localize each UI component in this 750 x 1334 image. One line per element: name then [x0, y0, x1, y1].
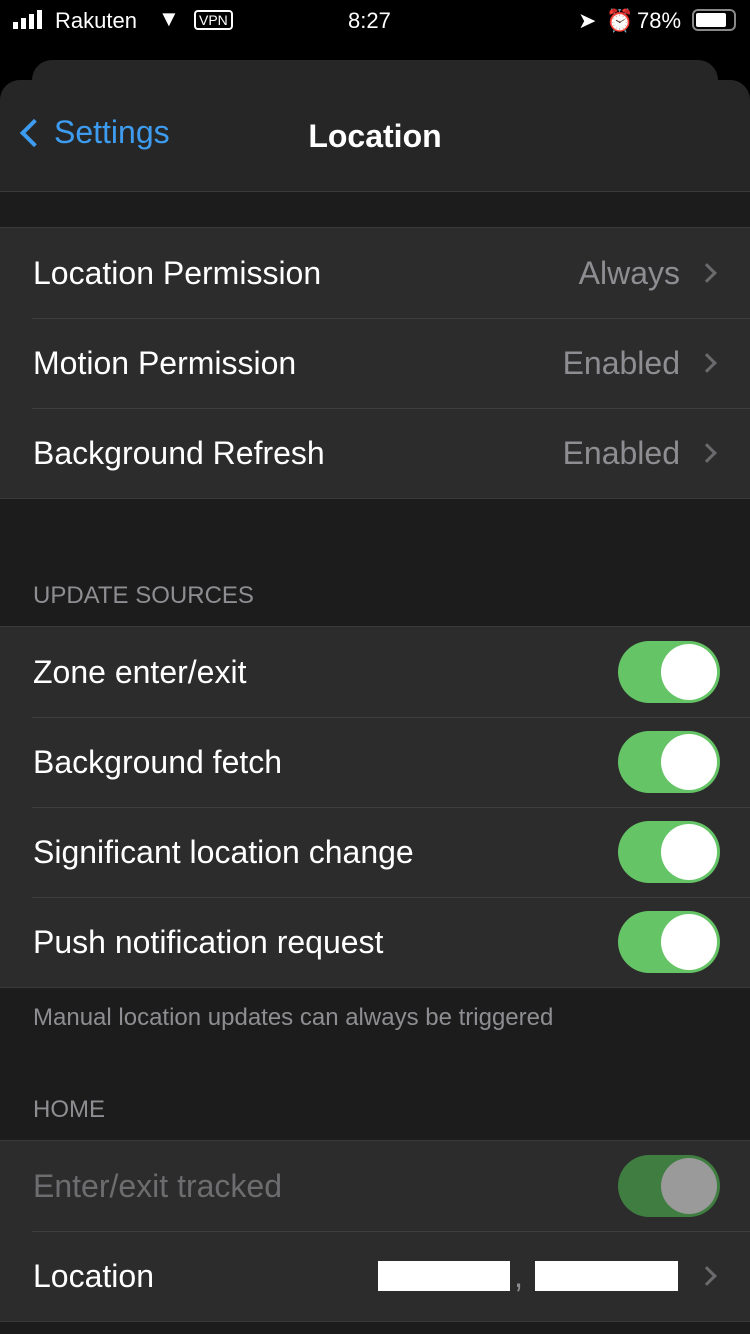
battery-percent: 78%	[637, 8, 682, 33]
row-label: Enter/exit tracked	[33, 1167, 282, 1204]
section-footer: Manual location updates can always be tr…	[33, 1004, 554, 1031]
row-label: Significant location change	[33, 833, 414, 870]
redacted-latitude	[378, 1261, 511, 1291]
page-title: Location	[308, 118, 442, 154]
settings-sheet: Settings Location Location Permission Alw…	[0, 80, 750, 1334]
enter-exit-tracked-row: Enter/exit tracked	[0, 1141, 750, 1231]
clock: 8:27	[348, 8, 391, 33]
vpn-badge: VPN	[194, 10, 233, 30]
enter-exit-tracked-toggle[interactable]	[618, 1155, 720, 1217]
alarm-icon: ⏰	[606, 8, 634, 33]
location-arrow-icon: ➤	[578, 8, 597, 33]
push-notification-request-row: Push notification request	[0, 897, 750, 987]
row-label: Motion Permission	[33, 344, 297, 381]
location-permission-row[interactable]: Location Permission Always	[0, 228, 750, 318]
coordinate-separator: ,	[514, 1257, 523, 1294]
row-value: Always	[578, 254, 680, 291]
home-location-row[interactable]: Location ,	[0, 1231, 750, 1321]
background-refresh-row[interactable]: Background Refresh Enabled	[0, 408, 750, 498]
chevron-right-icon	[697, 353, 717, 373]
wifi-icon: ▼	[158, 6, 180, 31]
chevron-right-icon	[697, 443, 717, 463]
chevron-right-icon	[697, 263, 717, 283]
zone-enter-exit-toggle[interactable]	[618, 641, 720, 703]
background-fetch-row: Background fetch	[0, 717, 750, 807]
carrier: Rakuten	[55, 8, 137, 33]
nav-bar: Settings Location	[0, 80, 750, 192]
zone-enter-exit-row: Zone enter/exit	[0, 627, 750, 717]
battery-icon	[692, 9, 736, 31]
significant-location-change-row: Significant location change	[0, 807, 750, 897]
motion-permission-row[interactable]: Motion Permission Enabled	[0, 318, 750, 408]
row-value: Enabled	[562, 434, 680, 471]
chevron-right-icon	[697, 1266, 717, 1286]
row-label: Push notification request	[33, 923, 384, 960]
redacted-longitude	[535, 1261, 678, 1291]
row-label: Location Permission	[33, 254, 322, 291]
section-header: UPDATE SOURCES	[33, 582, 254, 609]
significant-location-change-toggle[interactable]	[618, 821, 720, 883]
row-label: Zone enter/exit	[33, 653, 247, 690]
row-label: Background fetch	[33, 743, 283, 780]
permissions-group: Location Permission Always Motion Permiss…	[0, 227, 750, 499]
row-label: Location	[33, 1257, 154, 1294]
status-bar: Rakuten ▼ VPN 8:27 ➤ ⏰ 78%	[0, 0, 750, 40]
signal-icon	[13, 10, 42, 29]
home-group: Enter/exit tracked Location ,	[0, 1140, 750, 1322]
row-value: Enabled	[562, 344, 680, 381]
row-label: Background Refresh	[33, 434, 325, 471]
update-sources-group: Zone enter/exit Background fetch Signifi…	[0, 626, 750, 988]
section-header: HOME	[33, 1096, 105, 1123]
push-notification-request-toggle[interactable]	[618, 911, 720, 973]
background-fetch-toggle[interactable]	[618, 731, 720, 793]
